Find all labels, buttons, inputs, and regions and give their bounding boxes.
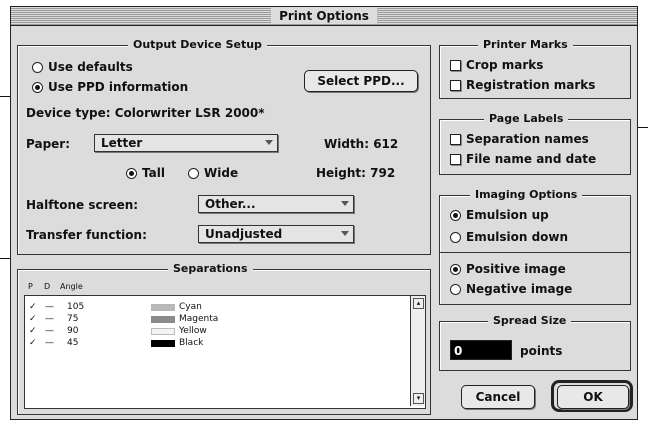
print-options-window: Print Options Output Device Setup Use de… [10,6,638,420]
angle-value: 90 [67,326,79,336]
transfer-function-popup[interactable]: Unadjusted [198,225,354,243]
chevron-down-icon [341,231,349,236]
separation-name: Cyan [179,302,202,312]
use-defaults-label: Use defaults [48,60,133,74]
imaging-options-group: Imaging Options Emulsion up Emulsion dow… [439,188,631,305]
use-ppd-radio[interactable] [32,82,43,93]
crop-marks-label: Crop marks [466,58,544,72]
ok-button[interactable]: OK [557,385,629,409]
dash-icon: — [45,302,54,312]
table-row[interactable]: ✓ — 45 Black [25,338,405,349]
check-icon: ✓ [29,338,37,348]
emulsion-up-label: Emulsion up [466,208,549,222]
title-bar[interactable]: Print Options [11,7,637,26]
paper-popup[interactable]: Letter [94,134,278,152]
width-label: Width: 612 [324,137,399,151]
spread-size-input[interactable]: 0 [450,340,512,360]
wide-radio[interactable] [188,168,199,179]
wide-label: Wide [204,166,239,180]
color-swatch [151,304,175,311]
use-ppd-label: Use PPD information [48,80,189,94]
dash-icon: — [45,314,54,324]
imaging-options-legend: Imaging Options [470,188,583,202]
file-name-date-checkbox[interactable] [450,154,461,165]
header-angle: Angle [60,282,83,291]
color-swatch [151,328,175,335]
check-icon: ✓ [29,314,37,324]
tall-label: Tall [142,166,165,180]
separation-name: Black [179,338,204,348]
spread-size-group: Spread Size 0 points [439,314,631,371]
separations-legend: Separations [168,262,253,276]
emulsion-down-label: Emulsion down [466,230,569,244]
negative-image-radio[interactable] [450,284,461,295]
angle-value: 75 [67,314,79,324]
spread-size-legend: Spread Size [488,314,572,328]
check-icon: ✓ [29,302,37,312]
spread-size-unit: points [520,344,563,358]
printer-marks-group: Printer Marks Crop marks Registration ma… [439,38,631,99]
use-defaults-radio[interactable] [32,62,43,73]
page-labels-legend: Page Labels [484,112,569,126]
header-print: P [28,282,33,291]
vertical-scrollbar[interactable]: ▴ ▾ [410,296,425,406]
separations-group: Separations P D Angle ✓ — 105 Cyan ✓ — 7… [17,262,431,415]
positive-image-radio[interactable] [450,264,461,275]
chevron-down-icon [265,140,273,145]
printer-marks-legend: Printer Marks [478,38,573,52]
imaging-divider [440,252,630,253]
angle-value: 45 [67,338,79,348]
table-row[interactable]: ✓ — 105 Cyan [25,302,405,313]
window-title: Print Options [271,8,377,24]
file-name-date-label: File name and date [466,152,597,166]
scroll-up-arrow-icon[interactable]: ▴ [413,298,424,309]
table-row[interactable]: ✓ — 90 Yellow [25,326,405,337]
height-label: Height: 792 [316,166,396,180]
positive-image-label: Positive image [466,262,566,276]
emulsion-down-radio[interactable] [450,232,461,243]
dash-icon: — [45,338,54,348]
page-labels-group: Page Labels Separation names File name a… [439,112,631,175]
halftone-screen-label: Halftone screen: [26,198,139,212]
check-icon: ✓ [29,326,37,336]
angle-value: 105 [67,302,85,312]
output-device-setup-legend: Output Device Setup [128,38,267,52]
halftone-screen-value: Other... [205,197,256,211]
separation-name: Magenta [179,314,219,324]
cancel-button[interactable]: Cancel [461,385,535,409]
registration-marks-label: Registration marks [466,78,596,92]
select-ppd-button[interactable]: Select PPD... [304,70,418,92]
negative-image-label: Negative image [466,282,573,296]
table-row[interactable]: ✓ — 75 Magenta [25,314,405,325]
paper-label: Paper: [26,137,71,151]
device-type-label: Device type: Colorwriter LSR 2000* [26,106,265,120]
separation-names-label: Separation names [466,132,589,146]
tall-radio[interactable] [126,168,137,179]
transfer-function-value: Unadjusted [205,227,283,241]
dash-icon: — [45,326,54,336]
separation-name: Yellow [179,326,207,336]
registration-marks-checkbox[interactable] [450,80,461,91]
spread-size-value: 0 [454,344,463,358]
separations-list[interactable]: ✓ — 105 Cyan ✓ — 75 Magenta ✓ — 90 Yello… [24,295,426,409]
transfer-function-label: Transfer function: [26,228,147,242]
paper-popup-value: Letter [101,136,143,150]
halftone-screen-popup[interactable]: Other... [198,195,354,213]
separation-names-checkbox[interactable] [450,134,461,145]
output-device-setup-group: Output Device Setup Use defaults Use PPD… [17,38,431,255]
header-default: D [44,282,51,291]
scroll-down-arrow-icon[interactable]: ▾ [413,393,424,404]
crop-marks-checkbox[interactable] [450,60,461,71]
color-swatch [151,340,175,347]
chevron-down-icon [341,201,349,206]
color-swatch [151,316,175,323]
emulsion-up-radio[interactable] [450,210,461,221]
